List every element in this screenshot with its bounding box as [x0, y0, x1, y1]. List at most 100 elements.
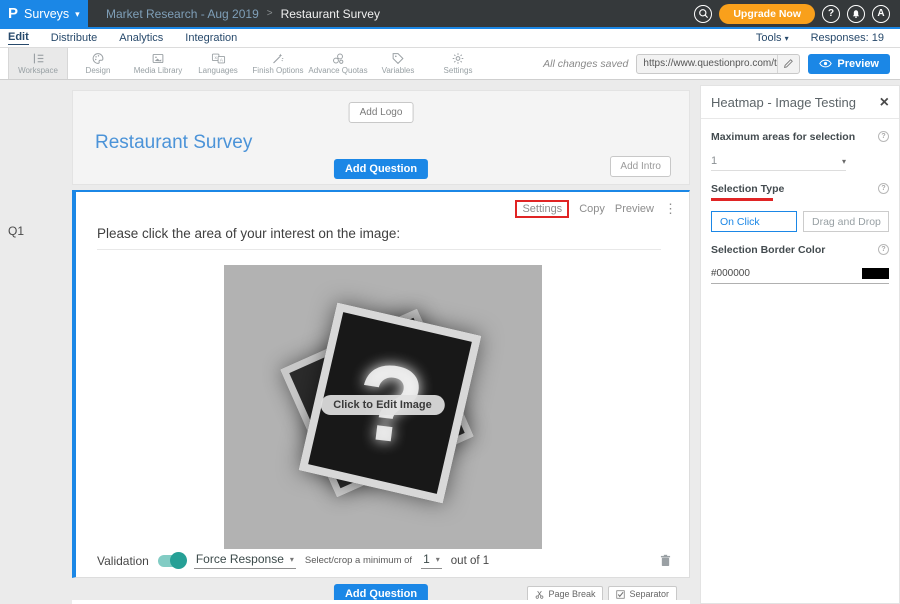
toolbar-item-variables[interactable]: Variables [368, 48, 428, 79]
question-settings-button[interactable]: Settings [515, 200, 569, 218]
search-button[interactable] [694, 5, 712, 23]
notifications-button[interactable] [847, 5, 865, 23]
border-color-section: Selection Border Color ? #000000 [701, 232, 899, 284]
tag-icon [391, 52, 405, 65]
top-bar: P Surveys ▾ Market Research - Aug 2019 >… [0, 0, 900, 29]
question-settings-panel: Heatmap - Image Testing × Maximum areas … [700, 85, 900, 604]
question-preview-button[interactable]: Preview [615, 203, 654, 215]
out-of-text: out of 1 [451, 555, 489, 567]
tab-integration[interactable]: Integration [185, 32, 237, 45]
add-intro-button[interactable]: Add Intro [610, 156, 671, 177]
max-areas-dropdown[interactable]: 1 ▾ [711, 155, 846, 171]
validation-rule-value: Force Response [196, 552, 284, 566]
toolbar-right: All changes saved https://www.questionpr… [543, 48, 900, 79]
add-question-button-top[interactable]: Add Question [334, 159, 428, 179]
max-areas-value: 1 [711, 155, 717, 167]
question-number-label: Q1 [8, 224, 24, 238]
add-logo-button[interactable]: Add Logo [349, 102, 414, 123]
validation-rule-dropdown[interactable]: Force Response▾ [194, 552, 296, 569]
minimum-value: 1 [423, 552, 430, 566]
tab-analytics[interactable]: Analytics [119, 32, 163, 45]
help-icon[interactable]: ? [878, 244, 889, 255]
survey-title[interactable]: Restaurant Survey [95, 132, 252, 154]
help-icon[interactable]: ? [878, 183, 889, 194]
color-swatch[interactable] [862, 268, 889, 279]
toolbar-item-design[interactable]: Design [68, 48, 128, 79]
toggle-knob [170, 552, 187, 569]
toolbar-item-advance-quotas[interactable]: Advance Quotas [308, 48, 368, 79]
product-switcher[interactable]: P Surveys ▾ [0, 0, 88, 28]
validation-row: Validation Force Response▾ Select/crop a… [97, 552, 671, 569]
toolbar-label: Workspace [18, 66, 58, 75]
responses-count[interactable]: Responses: 19 [811, 32, 884, 44]
minimum-select-text: Select/crop a minimum of [305, 555, 412, 566]
heatmap-image-placeholder[interactable]: ? Click to Edit Image [224, 265, 542, 549]
help-icon[interactable]: ? [878, 131, 889, 142]
validation-toggle[interactable] [158, 555, 185, 567]
tab-edit[interactable]: Edit [8, 31, 29, 45]
border-color-field[interactable]: #000000 [711, 268, 889, 284]
account-button[interactable]: A [872, 5, 890, 23]
delete-question-button[interactable] [660, 554, 671, 567]
chevron-down-icon: ▾ [436, 555, 440, 564]
question-copy-button[interactable]: Copy [579, 203, 605, 215]
breadcrumb-separator: > [267, 8, 273, 19]
validation-label: Validation [97, 554, 149, 568]
edit-url-button[interactable] [777, 55, 799, 73]
avatar: A [877, 8, 884, 19]
panel-header: Heatmap - Image Testing × [701, 86, 899, 119]
toolbar-label: Design [86, 66, 111, 75]
panel-title: Heatmap - Image Testing [711, 95, 856, 110]
image-icon [151, 52, 165, 65]
upgrade-label: Upgrade Now [733, 8, 801, 20]
next-section-edge [72, 600, 690, 604]
edit-toolbar: Workspace Design Media Library xA Langua… [0, 48, 900, 80]
save-status: All changes saved [543, 58, 628, 70]
selection-type-on-click-button[interactable]: On Click [711, 211, 797, 232]
tools-label: Tools [756, 32, 782, 44]
minimum-value-dropdown[interactable]: 1▾ [421, 552, 442, 569]
toolbar-item-settings[interactable]: Settings [428, 48, 488, 79]
tab-distribute[interactable]: Distribute [51, 32, 97, 45]
chevron-down-icon: ▾ [75, 9, 80, 20]
workspace-icon [31, 52, 46, 65]
border-color-label: Selection Border Color [711, 244, 825, 256]
survey-nav: Edit Distribute Analytics Integration To… [0, 29, 900, 48]
preview-label: Preview [837, 58, 879, 70]
question-card: Settings Copy Preview ⋮ Please click the… [72, 190, 690, 578]
click-to-edit-image-button[interactable]: Click to Edit Image [320, 395, 444, 415]
survey-url-text[interactable]: https://www.questionpro.com/t/APNrFZ [637, 58, 777, 69]
product-switcher-label: Surveys [24, 7, 69, 21]
preview-button[interactable]: Preview [808, 54, 890, 74]
survey-header-card: Add Logo Restaurant Survey Add Question … [72, 90, 690, 185]
survey-url-field[interactable]: https://www.questionpro.com/t/APNrFZ [636, 54, 800, 74]
page-break-label: Page Break [548, 589, 595, 599]
upgrade-button[interactable]: Upgrade Now [719, 4, 815, 24]
breadcrumb: Market Research - Aug 2019 > Restaurant … [88, 7, 380, 21]
max-areas-label: Maximum areas for selection [711, 131, 855, 143]
toolbar-label: Languages [198, 66, 238, 75]
toolbar-item-media-library[interactable]: Media Library [128, 48, 188, 79]
kebab-menu-icon[interactable]: ⋮ [664, 201, 677, 217]
magic-wand-icon [271, 52, 285, 65]
toolbar-item-languages[interactable]: xA Languages [188, 48, 248, 79]
chevron-down-icon: ▾ [842, 157, 846, 166]
breadcrumb-parent-link[interactable]: Market Research - Aug 2019 [106, 7, 259, 21]
translate-icon: xA [211, 52, 226, 65]
selection-type-drag-drop-button[interactable]: Drag and Drop [803, 211, 889, 232]
toolbar-item-workspace[interactable]: Workspace [8, 48, 68, 79]
chevron-down-icon: ▾ [785, 34, 789, 43]
toolbar-item-finish-options[interactable]: Finish Options [248, 48, 308, 79]
breadcrumb-current: Restaurant Survey [281, 7, 380, 21]
palette-icon [91, 52, 105, 65]
questionpro-logo-icon: P [8, 5, 18, 22]
toolbar-label: Variables [382, 66, 415, 75]
tools-menu[interactable]: Tools ▾ [756, 32, 789, 44]
question-text[interactable]: Please click the area of your interest o… [97, 226, 661, 250]
toolbar-label: Finish Options [252, 66, 303, 75]
help-button[interactable]: ? [822, 5, 840, 23]
close-icon[interactable]: × [880, 98, 889, 108]
search-icon [698, 8, 709, 19]
add-question-label: Add Question [345, 588, 417, 600]
selection-type-section: Selection Type ? On Click Drag and Drop [701, 171, 899, 232]
